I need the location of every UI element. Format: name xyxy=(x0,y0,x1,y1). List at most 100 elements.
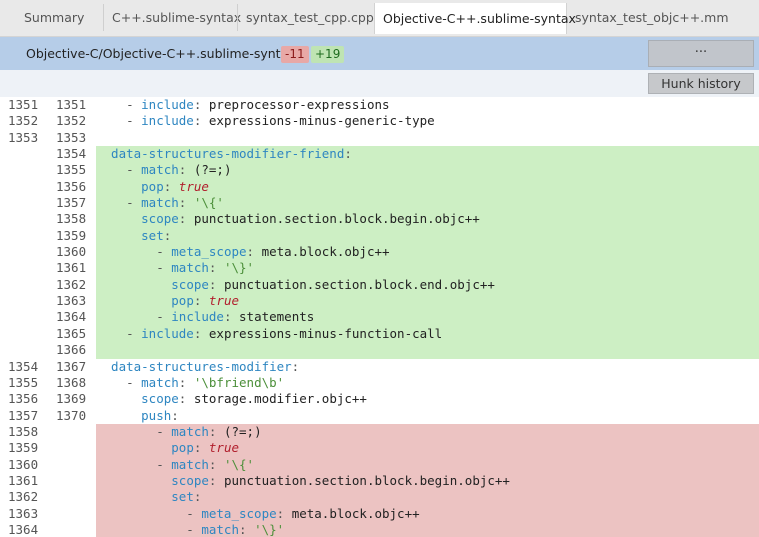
more-options-button[interactable]: ··· xyxy=(648,40,754,67)
added-line: 1366 xyxy=(0,342,759,359)
removed-line: 1364 - match: '\}' xyxy=(0,521,759,537)
code-content: scope: punctuation.section.block.begin.o… xyxy=(96,472,759,490)
removed-line: 1363 - meta_scope: meta.block.objc++ xyxy=(0,505,759,522)
old-line-number: 1355 xyxy=(8,374,39,390)
new-line-number: 1365 xyxy=(56,325,87,341)
new-line-number: 1359 xyxy=(56,227,87,243)
added-line: 1358 scope: punctuation.section.block.be… xyxy=(0,211,759,228)
context-line: 1357 1370 push: xyxy=(0,407,759,424)
code-content: - match: (?=;) xyxy=(96,162,759,179)
new-line-number: 1354 xyxy=(56,146,87,162)
added-line: 1357 - match: '\{' xyxy=(0,195,759,212)
line-gutter: 1361 xyxy=(0,472,96,490)
old-line-number: 1354 xyxy=(8,358,39,374)
code-content: scope: punctuation.section.block.begin.o… xyxy=(96,211,759,228)
line-gutter: 1358 xyxy=(0,211,96,228)
new-line-number: 1358 xyxy=(56,211,87,227)
old-line-number: 1351 xyxy=(8,97,39,112)
new-line-number: 1353 xyxy=(56,129,87,145)
code-content: - include: statements xyxy=(96,309,759,326)
line-gutter: 1366 xyxy=(0,342,96,359)
line-gutter: 1355 xyxy=(0,162,96,179)
line-gutter: 1364 xyxy=(0,521,96,537)
code-content: push: xyxy=(96,407,759,424)
code-content: set: xyxy=(96,227,759,245)
removed-line: 1358 - match: (?=;) xyxy=(0,423,759,441)
added-line: 1360 - meta_scope: meta.block.objc++ xyxy=(0,244,759,261)
code-content: - include: expressions-minus-function-ca… xyxy=(96,325,759,343)
new-line-number: 1364 xyxy=(56,309,87,325)
deletions-badge: -11 xyxy=(281,46,309,63)
code-content xyxy=(96,129,759,147)
line-gutter: 1361 xyxy=(0,260,96,277)
tab-summary[interactable]: Summary xyxy=(16,4,84,31)
hunk-history-button[interactable]: Hunk history xyxy=(648,73,754,94)
code-content: - match: '\}' xyxy=(96,260,759,277)
line-gutter: 1360 xyxy=(0,456,96,473)
tab-bar: Summary C++.sublime-syntax syntax_test_c… xyxy=(0,0,759,37)
line-gutter: 1356 xyxy=(0,178,96,196)
old-line-number: 1362 xyxy=(8,489,39,505)
code-content: pop: true xyxy=(96,293,759,310)
file-path: Objective-C/Objective-C++.sublime-syntax xyxy=(26,46,296,61)
removed-line: 1359 pop: true xyxy=(0,440,759,457)
line-gutter: 1351 1351 xyxy=(0,97,96,114)
new-line-number: 1366 xyxy=(56,342,87,358)
new-line-number: 1369 xyxy=(56,391,87,407)
old-line-number: 1352 xyxy=(8,113,39,129)
new-line-number: 1357 xyxy=(56,195,87,211)
added-line: 1355 - match: (?=;) xyxy=(0,162,759,179)
line-gutter: 1355 1368 xyxy=(0,374,96,392)
old-line-number: 1363 xyxy=(8,505,39,521)
context-line: 1351 1351 - include: preprocessor-express… xyxy=(0,97,759,114)
code-content: - include: preprocessor-expressions xyxy=(96,97,759,114)
tab-syntax-test-cpp[interactable]: syntax_test_cpp.cpp xyxy=(237,4,374,31)
new-line-number: 1367 xyxy=(56,358,87,374)
line-gutter: 1362 xyxy=(0,489,96,506)
line-gutter: 1354 1367 xyxy=(0,358,96,375)
removed-line: 1361 scope: punctuation.section.block.be… xyxy=(0,472,759,490)
new-line-number: 1361 xyxy=(56,260,87,276)
line-gutter: 1364 xyxy=(0,309,96,326)
code-content: scope: punctuation.section.block.end.obj… xyxy=(96,276,759,294)
removed-line: 1362 set: xyxy=(0,489,759,506)
added-line: 1356 pop: true xyxy=(0,178,759,196)
code-content: - match: '\{' xyxy=(96,456,759,473)
tab-objcpp-syntax[interactable]: Objective-C++.sublime-syntax xyxy=(374,3,576,34)
old-line-number: 1360 xyxy=(8,456,39,472)
old-line-number: 1361 xyxy=(8,472,39,488)
line-gutter: 1359 xyxy=(0,227,96,245)
new-line-number: 1362 xyxy=(56,276,87,292)
code-content: - match: '\{' xyxy=(96,195,759,212)
code-content: pop: true xyxy=(96,440,759,457)
added-line: 1362 scope: punctuation.section.block.en… xyxy=(0,276,759,294)
code-content: - include: expressions-minus-generic-typ… xyxy=(96,113,759,130)
tab-cpp-syntax[interactable]: C++.sublime-syntax xyxy=(103,4,241,31)
line-gutter: 1363 xyxy=(0,505,96,522)
new-line-number: 1355 xyxy=(56,162,87,178)
line-gutter: 1353 1353 xyxy=(0,129,96,147)
code-content: - match: '\}' xyxy=(96,521,759,537)
new-line-number: 1356 xyxy=(56,178,87,194)
new-line-number: 1368 xyxy=(56,374,87,390)
code-content: set: xyxy=(96,489,759,506)
hunk-header xyxy=(0,70,759,97)
line-gutter: 1356 1369 xyxy=(0,391,96,408)
old-line-number: 1358 xyxy=(8,423,39,439)
line-gutter: 1359 xyxy=(0,440,96,457)
code-content: - match: '\bfriend\b' xyxy=(96,374,759,392)
tab-syntax-test-objcpp[interactable]: syntax_test_objc++.mm xyxy=(567,4,729,31)
diff-view[interactable]: 1351 1351 - include: preprocessor-express… xyxy=(0,97,759,537)
added-line: 1361 - match: '\}' xyxy=(0,260,759,277)
code-content: - meta_scope: meta.block.objc++ xyxy=(96,505,759,522)
code-content: data-structures-modifier-friend: xyxy=(96,146,759,163)
line-gutter: 1354 xyxy=(0,146,96,163)
code-content: data-structures-modifier: xyxy=(96,358,759,375)
new-line-number: 1363 xyxy=(56,293,87,309)
context-line: 1352 1352 - include: expressions-minus-ge… xyxy=(0,113,759,130)
line-gutter: 1362 xyxy=(0,276,96,294)
old-line-number: 1357 xyxy=(8,407,39,423)
code-content: - match: (?=;) xyxy=(96,423,759,441)
file-header: Objective-C/Objective-C++.sublime-syntax… xyxy=(0,37,759,70)
added-line: 1363 pop: true xyxy=(0,293,759,310)
